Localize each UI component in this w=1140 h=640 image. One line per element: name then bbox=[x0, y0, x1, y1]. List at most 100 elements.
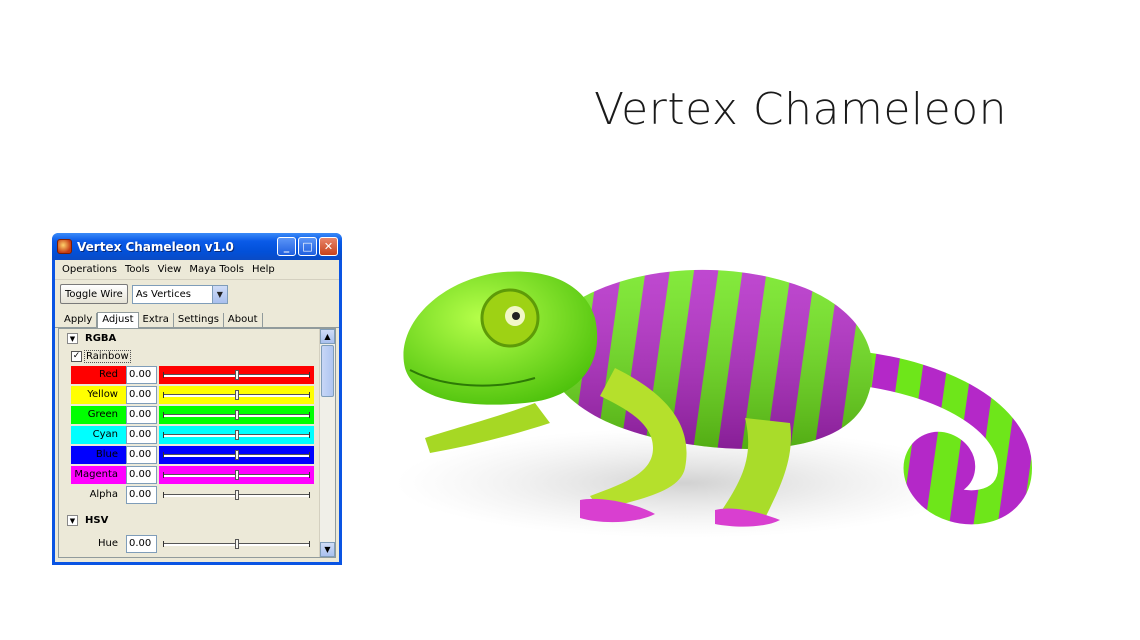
channel-label-yellow: Yellow bbox=[71, 386, 126, 404]
menubar: Operations Tools View Maya Tools Help bbox=[55, 260, 339, 280]
channel-value-alpha[interactable]: 0.00 bbox=[126, 486, 157, 504]
channel-value-yellow[interactable]: 0.00 bbox=[126, 386, 157, 404]
slider-row-alpha: Alpha 0.00 bbox=[59, 485, 335, 505]
slider-thumb[interactable] bbox=[234, 539, 239, 549]
channel-value-blue[interactable]: 0.00 bbox=[126, 446, 157, 464]
channel-value-green[interactable]: 0.00 bbox=[126, 406, 157, 424]
maximize-button[interactable]: □ bbox=[298, 237, 317, 256]
channel-value-red[interactable]: 0.00 bbox=[126, 366, 157, 384]
slider-row-green: Green 0.00 bbox=[59, 405, 335, 425]
panel-scrollbar[interactable]: ▲ ▼ bbox=[319, 329, 335, 557]
channel-label-green: Green bbox=[71, 406, 126, 424]
adjust-panel: ▼ RGBA ✓ Rainbow Red 0.00 Yellow 0.00 Green 0… bbox=[58, 328, 336, 558]
slider-row-blue: Blue 0.00 bbox=[59, 445, 335, 465]
chameleon-pupil bbox=[512, 312, 520, 320]
slider-row-magenta: Magenta 0.00 bbox=[59, 465, 335, 485]
slider-tick bbox=[309, 392, 310, 398]
slider-blue[interactable] bbox=[159, 446, 314, 464]
slider-tick bbox=[163, 541, 164, 547]
channel-label-red: Red bbox=[71, 366, 126, 384]
mode-dropdown[interactable]: As Vertices ▼ bbox=[131, 284, 228, 304]
tab-bar: Apply Adjust Extra Settings About bbox=[55, 308, 339, 328]
slider-tick bbox=[163, 432, 164, 438]
menu-operations[interactable]: Operations bbox=[58, 264, 121, 275]
toolbar: Toggle Wire As Vertices ▼ bbox=[55, 280, 339, 308]
slider-thumb[interactable] bbox=[234, 470, 239, 480]
chevron-down-icon[interactable]: ▼ bbox=[211, 285, 227, 303]
collapse-arrow-icon[interactable]: ▼ bbox=[67, 333, 78, 344]
slider-row-hue: Hue 0.00 bbox=[59, 534, 335, 554]
close-button[interactable]: ✕ bbox=[319, 237, 338, 256]
rainbow-checkbox[interactable]: ✓ bbox=[71, 351, 82, 362]
slider-thumb[interactable] bbox=[234, 390, 239, 400]
tab-apply[interactable]: Apply bbox=[60, 313, 98, 327]
menu-tools[interactable]: Tools bbox=[121, 264, 154, 275]
channel-label-magenta: Magenta bbox=[71, 466, 126, 484]
slider-tick bbox=[163, 392, 164, 398]
slider-thumb[interactable] bbox=[234, 370, 239, 380]
slider-red[interactable] bbox=[159, 366, 314, 384]
rainbow-row: ✓ Rainbow bbox=[59, 348, 335, 365]
channel-value-magenta[interactable]: 0.00 bbox=[126, 466, 157, 484]
tab-about[interactable]: About bbox=[224, 313, 263, 327]
channel-label-cyan: Cyan bbox=[71, 426, 126, 444]
toggle-wire-button[interactable]: Toggle Wire bbox=[60, 284, 128, 304]
slider-tick bbox=[163, 452, 164, 458]
slider-tick bbox=[309, 452, 310, 458]
rgba-slider-list: Red 0.00 Yellow 0.00 Green 0.00 Cyan 0.00 Blue 0.… bbox=[59, 365, 335, 505]
minimize-button[interactable]: _ bbox=[277, 237, 296, 256]
tab-extra[interactable]: Extra bbox=[139, 313, 174, 327]
slider-tick bbox=[309, 412, 310, 418]
rgba-section-header[interactable]: ▼ RGBA bbox=[59, 329, 335, 348]
menu-help[interactable]: Help bbox=[248, 264, 279, 275]
slider-green[interactable] bbox=[159, 406, 314, 424]
channel-value-hue[interactable]: 0.00 bbox=[126, 535, 157, 553]
window-client: Operations Tools View Maya Tools Help To… bbox=[55, 260, 339, 562]
slider-tick bbox=[163, 372, 164, 378]
slide-title: Vertex Chameleon bbox=[594, 84, 1008, 135]
slider-thumb[interactable] bbox=[234, 410, 239, 420]
slider-tick bbox=[163, 472, 164, 478]
scroll-down-icon[interactable]: ▼ bbox=[320, 542, 335, 557]
slider-row-cyan: Cyan 0.00 bbox=[59, 425, 335, 445]
slider-thumb[interactable] bbox=[234, 430, 239, 440]
slider-tick bbox=[163, 412, 164, 418]
app-icon bbox=[57, 239, 72, 254]
slider-tick bbox=[309, 372, 310, 378]
collapse-arrow-icon[interactable]: ▼ bbox=[67, 515, 78, 526]
slider-thumb[interactable] bbox=[234, 450, 239, 460]
slider-hue[interactable] bbox=[159, 535, 314, 553]
slider-thumb[interactable] bbox=[234, 490, 239, 500]
hsv-section-header[interactable]: ▼ HSV bbox=[59, 511, 335, 530]
slider-alpha[interactable] bbox=[159, 486, 314, 504]
hsv-slider-list: Hue 0.00 bbox=[59, 534, 335, 554]
hsv-section-title: HSV bbox=[85, 515, 109, 526]
menu-view[interactable]: View bbox=[154, 264, 186, 275]
slider-row-yellow: Yellow 0.00 bbox=[59, 385, 335, 405]
tab-adjust[interactable]: Adjust bbox=[97, 312, 139, 328]
slider-yellow[interactable] bbox=[159, 386, 314, 404]
channel-label-hue: Hue bbox=[97, 538, 118, 549]
mode-dropdown-value: As Vertices bbox=[135, 288, 191, 300]
channel-value-cyan[interactable]: 0.00 bbox=[126, 426, 157, 444]
rainbow-label[interactable]: Rainbow bbox=[84, 350, 131, 363]
vertex-chameleon-window: Vertex Chameleon v1.0 _ □ ✕ Operations T… bbox=[52, 233, 342, 565]
channel-label-blue: Blue bbox=[71, 446, 126, 464]
rgba-section-title: RGBA bbox=[85, 333, 117, 344]
scroll-up-icon[interactable]: ▲ bbox=[320, 329, 335, 344]
slider-tick bbox=[309, 541, 310, 547]
slider-tick bbox=[309, 492, 310, 498]
chameleon-render-image bbox=[395, 269, 1033, 538]
slider-tick bbox=[163, 492, 164, 498]
slider-cyan[interactable] bbox=[159, 426, 314, 444]
window-titlebar[interactable]: Vertex Chameleon v1.0 _ □ ✕ bbox=[52, 233, 342, 260]
slider-magenta[interactable] bbox=[159, 466, 314, 484]
slider-tick bbox=[309, 432, 310, 438]
slider-tick bbox=[309, 472, 310, 478]
slider-row-red: Red 0.00 bbox=[59, 365, 335, 385]
channel-label-alpha: Alpha bbox=[89, 489, 118, 500]
menu-maya-tools[interactable]: Maya Tools bbox=[185, 264, 248, 275]
scroll-thumb[interactable] bbox=[321, 345, 334, 397]
window-title: Vertex Chameleon v1.0 bbox=[77, 239, 234, 254]
tab-settings[interactable]: Settings bbox=[174, 313, 224, 327]
